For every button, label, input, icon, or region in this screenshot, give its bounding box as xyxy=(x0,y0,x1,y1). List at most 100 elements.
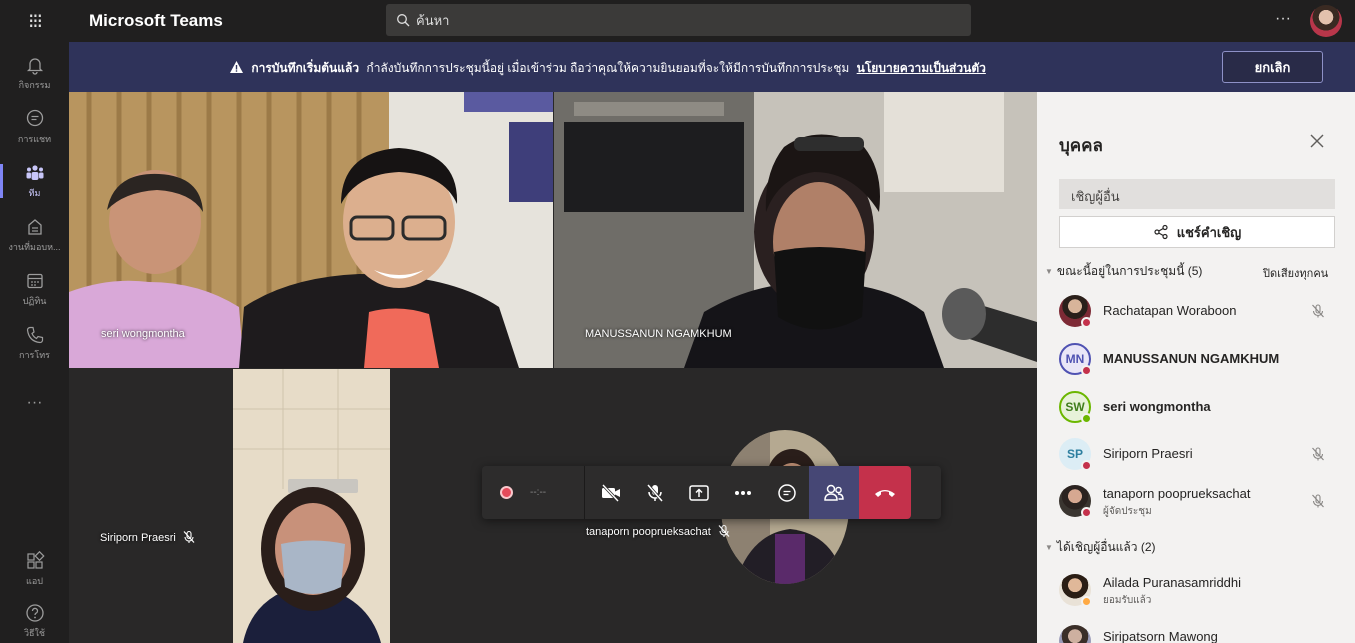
assignments-icon xyxy=(27,219,42,235)
share-tray-icon xyxy=(689,484,709,501)
section-label: ได้เชิญผู้อื่นแล้ว (2) xyxy=(1056,540,1156,554)
people-panel: บุคคล เชิญผู้อื่น แชร์คำเชิญ ▼ ขณะนี้อยู่… xyxy=(1037,92,1355,643)
participant-row[interactable]: SP Siriporn Praesri xyxy=(1059,438,1349,482)
participant-name: seri wongmontha xyxy=(1103,399,1211,414)
app-name: Microsoft Teams xyxy=(89,11,223,30)
hang-up-button[interactable] xyxy=(859,466,911,519)
search-input[interactable]: ค้นหา xyxy=(386,4,971,36)
rail-label: การแชท xyxy=(17,134,52,144)
recording-banner-message: กำลังบันทึกการประชุมนี้อยู่ เมื่อเข้าร่ว… xyxy=(366,61,850,75)
participant-name: Siriporn Praesri xyxy=(100,532,176,544)
chevron-down-icon: ▼ xyxy=(1045,543,1053,552)
rail-item-help[interactable]: วิธีใช้ xyxy=(0,594,69,643)
presence-available-icon xyxy=(1081,413,1092,424)
rail-label: การโทร xyxy=(19,350,50,360)
in-meeting-section-header[interactable]: ▼ ขณะนี้อยู่ในการประชุมนี้ (5) xyxy=(1045,262,1202,281)
people-icon xyxy=(824,484,844,501)
participant-name-label: Siriporn Praesri xyxy=(100,530,196,544)
participant-row[interactable]: SW seri wongmontha xyxy=(1059,391,1349,435)
avatar xyxy=(1059,625,1091,643)
more-options-icon[interactable]: ··· xyxy=(1275,10,1291,28)
invited-row[interactable]: Ailada Puranasamriddhi ยอมรับแล้ว xyxy=(1059,574,1349,618)
hang-up-icon xyxy=(875,489,895,497)
rail-item-calendar[interactable]: ปฏิทิน xyxy=(0,262,69,316)
rail-item-activity[interactable]: กิจกรรม xyxy=(0,46,69,100)
share-screen-button[interactable] xyxy=(677,466,721,519)
mute-all-button[interactable]: ปิดเสียงทุกคน xyxy=(1263,264,1328,282)
rail-item-chat[interactable]: การแชท xyxy=(0,100,69,154)
camera-toggle-button[interactable] xyxy=(589,466,633,519)
chat-icon xyxy=(778,483,796,502)
more-apps-icon[interactable]: ··· xyxy=(0,394,69,412)
rail-label: แอป xyxy=(26,576,43,586)
show-participants-button[interactable] xyxy=(809,466,859,519)
meeting-controls: --:-- xyxy=(482,466,941,519)
section-label: ขณะนี้อยู่ในการประชุมนี้ (5) xyxy=(1056,264,1203,278)
panel-title: บุคคล xyxy=(1059,136,1103,155)
rail-label: วิธีใช้ xyxy=(23,628,46,638)
search-placeholder: ค้นหา xyxy=(416,12,450,28)
mic-toggle-button[interactable] xyxy=(633,466,677,519)
rail-label: กิจกรรม xyxy=(18,80,51,90)
bell-icon xyxy=(26,58,43,75)
divider xyxy=(584,466,585,519)
recording-banner: การบันทึกเริ่มต้นแล้ว กำลังบันทึกการประช… xyxy=(69,42,1355,92)
participant-status: ยอมรับแล้ว xyxy=(1103,595,1152,606)
left-rail: กิจกรรม การแชท ทีม งานที่มอบห... ปฏิทิน … xyxy=(0,42,69,643)
presence-busy-icon xyxy=(1081,507,1092,518)
more-actions-button[interactable] xyxy=(721,466,765,519)
calendar-icon xyxy=(26,273,43,289)
close-icon[interactable] xyxy=(1310,132,1324,153)
phone-icon xyxy=(26,326,43,344)
search-icon xyxy=(397,14,410,27)
show-conversation-button[interactable] xyxy=(765,466,809,519)
help-icon xyxy=(25,604,44,622)
participant-name: Ailada Puranasamriddhi xyxy=(1103,575,1242,590)
participant-name: Rachatapan Woraboon xyxy=(1103,303,1237,318)
teams-meeting-window: ⁝⁝⁝ Microsoft Teams ค้นหา ··· กิจกรรม กา… xyxy=(0,0,1355,643)
recording-banner-title: การบันทึกเริ่มต้นแล้ว xyxy=(251,61,360,75)
presence-busy-icon xyxy=(1081,365,1092,376)
teams-icon xyxy=(26,165,43,180)
participant-name: MANUSSANUN NGAMKHUM xyxy=(1103,351,1280,366)
video-feed-image xyxy=(233,369,390,643)
invite-input[interactable]: เชิญผู้อื่น xyxy=(1059,179,1335,209)
share-icon xyxy=(1154,224,1168,240)
participant-row[interactable]: MN MANUSSANUN NGAMKHUM xyxy=(1059,343,1349,387)
video-feed-image xyxy=(554,92,1037,368)
video-tile-siriporn[interactable]: Siriporn Praesri xyxy=(69,369,553,643)
invited-row[interactable]: Siripatsorn Mawong xyxy=(1059,625,1349,643)
camera-off-icon xyxy=(601,483,620,502)
participant-row[interactable]: Rachatapan Woraboon xyxy=(1059,295,1349,339)
video-stage: seri wongmontha MANUSSANUN NGAMKHUM Siri… xyxy=(69,92,1037,643)
chevron-down-icon: ▼ xyxy=(1045,267,1053,276)
participant-name-label: seri wongmontha xyxy=(101,328,185,340)
rail-label: ปฏิทิน xyxy=(22,296,47,306)
mic-off-icon xyxy=(183,530,195,543)
privacy-policy-link[interactable]: นโยบายความเป็นส่วนตัว xyxy=(857,61,986,75)
participant-name: tanaporn pooprueksachat xyxy=(586,526,711,538)
presence-away-icon xyxy=(1081,596,1092,607)
apps-icon xyxy=(26,550,45,569)
profile-avatar[interactable] xyxy=(1310,5,1342,37)
participant-name-label: MANUSSANUN NGAMKHUM xyxy=(585,328,732,340)
participant-row[interactable]: tanaporn pooprueksachat ผู้จัดประชุม xyxy=(1059,485,1349,529)
app-launcher-icon[interactable]: ⁝⁝⁝ xyxy=(0,0,69,42)
share-invite-label: แชร์คำเชิญ xyxy=(1176,224,1242,240)
invited-section-header[interactable]: ▼ ได้เชิญผู้อื่นแล้ว (2) xyxy=(1045,538,1156,557)
participant-role: ผู้จัดประชุม xyxy=(1103,506,1152,517)
recording-indicator[interactable] xyxy=(482,466,530,519)
more-icon xyxy=(735,490,751,495)
presence-busy-icon xyxy=(1081,460,1092,471)
rail-item-apps[interactable]: แอป xyxy=(0,542,69,596)
rail-item-calls[interactable]: การโทร xyxy=(0,316,69,370)
rail-item-teams[interactable]: ทีม xyxy=(0,154,69,208)
video-tile-manussanun[interactable]: MANUSSANUN NGAMKHUM xyxy=(554,92,1037,368)
cancel-recording-button[interactable]: ยกเลิก xyxy=(1222,51,1323,83)
recording-banner-text: การบันทึกเริ่มต้นแล้ว กำลังบันทึกการประช… xyxy=(229,59,986,78)
share-invite-button[interactable]: แชร์คำเชิญ xyxy=(1059,216,1335,248)
record-dot-icon xyxy=(499,486,513,499)
video-tile-seri[interactable]: seri wongmontha xyxy=(69,92,553,368)
presence-busy-icon xyxy=(1081,317,1092,328)
rail-item-assignments[interactable]: งานที่มอบห... xyxy=(0,208,69,262)
